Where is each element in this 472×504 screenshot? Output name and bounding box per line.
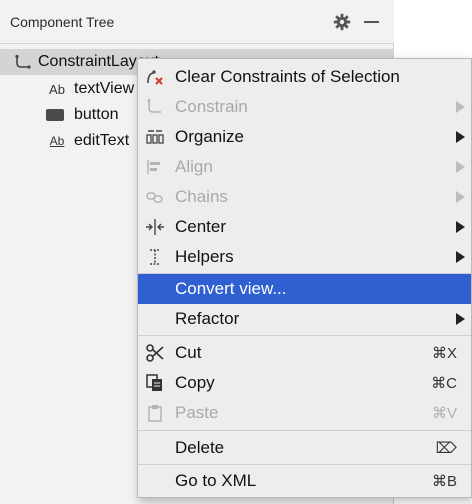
menu-item-constrain[interactable]: Constrain bbox=[138, 92, 471, 122]
menu-separator bbox=[138, 430, 471, 431]
menu-item-delete[interactable]: Delete ⌦ bbox=[138, 433, 471, 463]
shortcut-label: ⌘B bbox=[431, 473, 457, 490]
submenu-arrow-icon bbox=[456, 221, 465, 233]
copy-icon bbox=[144, 373, 166, 393]
helpers-icon bbox=[144, 247, 166, 267]
clear-constraints-icon bbox=[144, 67, 166, 87]
constraint-layout-icon bbox=[14, 54, 32, 70]
menu-item-helpers[interactable]: Helpers bbox=[138, 242, 471, 272]
edit-text-icon: Ab bbox=[49, 134, 65, 148]
menu-item-clear-constraints[interactable]: Clear Constraints of Selection bbox=[138, 62, 471, 92]
gear-icon[interactable] bbox=[332, 12, 352, 32]
menu-item-label: Go to XML bbox=[175, 471, 257, 490]
shortcut-label: ⌘V bbox=[431, 405, 457, 422]
context-menu: Clear Constraints of Selection Constrain… bbox=[137, 58, 472, 498]
menu-item-label: Cut bbox=[175, 343, 202, 362]
submenu-arrow-icon bbox=[456, 131, 465, 143]
menu-item-label: Align bbox=[175, 157, 213, 176]
menu-item-label: Copy bbox=[175, 373, 215, 392]
menu-item-label: Chains bbox=[175, 187, 228, 206]
submenu-arrow-icon bbox=[456, 251, 465, 263]
text-view-icon: Ab bbox=[49, 81, 65, 97]
menu-item-organize[interactable]: Organize bbox=[138, 122, 471, 152]
chains-icon bbox=[144, 187, 166, 207]
minimize-icon[interactable] bbox=[361, 12, 381, 32]
tree-item-button[interactable]: button bbox=[0, 102, 118, 128]
organize-icon bbox=[144, 127, 166, 147]
submenu-arrow-icon bbox=[456, 313, 465, 325]
menu-item-label: Organize bbox=[175, 127, 244, 146]
delete-key-icon: ⌦ bbox=[435, 440, 457, 457]
menu-item-center[interactable]: Center bbox=[138, 212, 471, 242]
shortcut-label: ⌘C bbox=[431, 375, 457, 392]
paste-icon bbox=[144, 403, 166, 423]
menu-item-label: Paste bbox=[175, 403, 219, 422]
constrain-icon bbox=[144, 97, 166, 117]
menu-item-cut[interactable]: Cut ⌘X bbox=[138, 338, 471, 368]
tree-item-text-view[interactable]: Ab textView bbox=[0, 76, 134, 102]
tree-item-label: textView bbox=[74, 80, 135, 97]
panel-title: Component Tree bbox=[10, 13, 115, 30]
submenu-arrow-icon bbox=[456, 161, 465, 173]
submenu-arrow-icon bbox=[456, 101, 465, 113]
submenu-arrow-icon bbox=[456, 191, 465, 203]
menu-item-refactor[interactable]: Refactor bbox=[138, 304, 471, 334]
scissors-icon bbox=[144, 343, 166, 363]
menu-item-label: Delete bbox=[175, 438, 225, 457]
shortcut-label: ⌘X bbox=[431, 345, 457, 362]
menu-item-label: Refactor bbox=[175, 309, 240, 328]
align-icon bbox=[144, 157, 166, 177]
menu-item-label: Constrain bbox=[175, 97, 248, 116]
tree-item-label: button bbox=[74, 106, 119, 123]
menu-item-copy[interactable]: Copy ⌘C bbox=[138, 368, 471, 398]
center-icon bbox=[144, 217, 166, 237]
menu-separator bbox=[138, 464, 471, 465]
menu-item-chains[interactable]: Chains bbox=[138, 182, 471, 212]
menu-item-label: Convert view... bbox=[175, 279, 287, 298]
menu-item-paste[interactable]: Paste ⌘V bbox=[138, 398, 471, 428]
tree-item-edit-text[interactable]: Ab editText bbox=[0, 128, 129, 154]
menu-separator bbox=[138, 335, 471, 336]
menu-item-label: Helpers bbox=[175, 247, 234, 266]
menu-item-convert-view[interactable]: Convert view... bbox=[138, 274, 471, 304]
button-icon bbox=[46, 109, 64, 121]
menu-item-label: Center bbox=[175, 217, 227, 236]
menu-item-align[interactable]: Align bbox=[138, 152, 471, 182]
menu-item-label: Clear Constraints of Selection bbox=[175, 67, 400, 86]
tree-item-label: editText bbox=[74, 132, 130, 149]
menu-item-go-to-xml[interactable]: Go to XML ⌘B bbox=[138, 466, 471, 496]
